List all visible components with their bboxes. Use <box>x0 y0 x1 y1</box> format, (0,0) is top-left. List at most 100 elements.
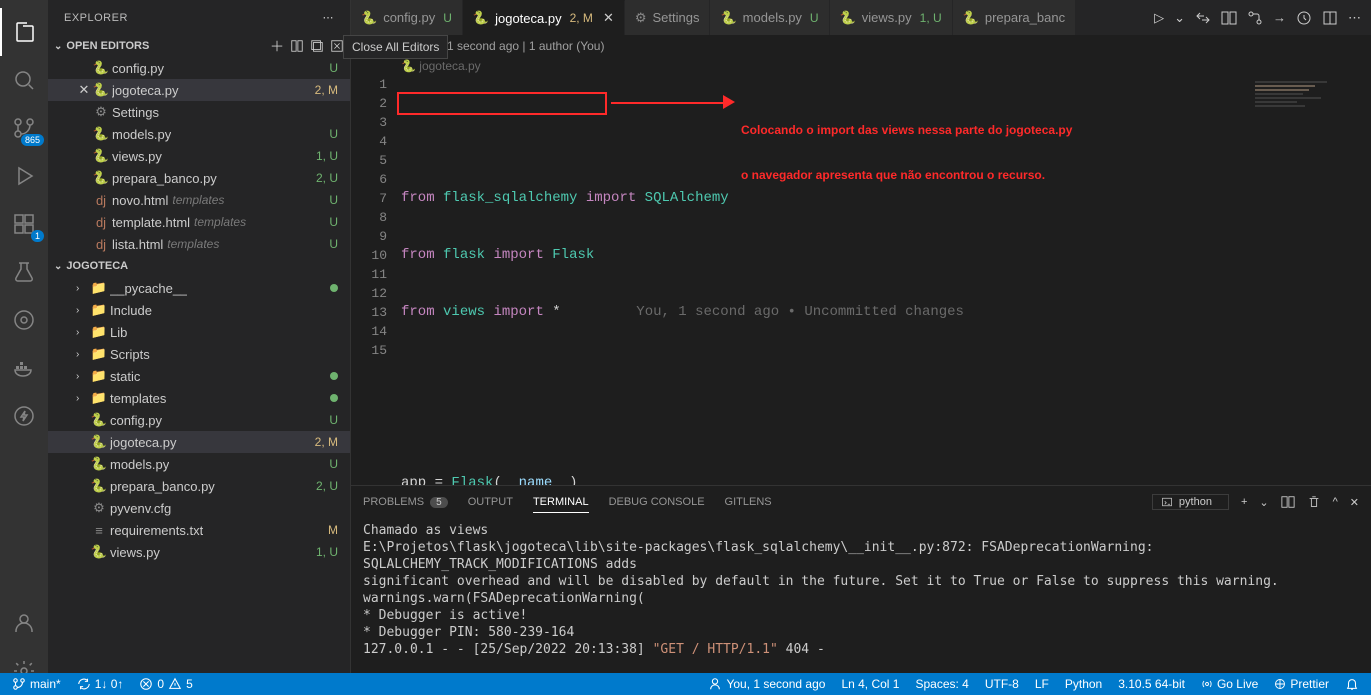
workspace-tree: ›📁__pycache__›📁Include›📁Lib›📁Scripts›📁st… <box>48 277 350 563</box>
errors-status[interactable]: 0 5 <box>135 677 196 691</box>
compare-icon[interactable] <box>1195 10 1211 26</box>
chevron-right-icon: › <box>76 393 86 404</box>
minimap[interactable] <box>1251 79 1371 169</box>
tab-output[interactable]: OUTPUT <box>468 492 513 512</box>
open-editor-item[interactable]: ✕🐍jogoteca.py2, M <box>48 79 350 101</box>
blame-status[interactable]: You, 1 second ago <box>704 677 829 691</box>
editor-body[interactable]: 123456789101112131415 🐍 jogoteca.py from… <box>351 57 1371 485</box>
open-editor-item[interactable]: 🐍prepara_banco.py2, U <box>48 167 350 189</box>
run-dropdown-icon[interactable]: ⌄ <box>1174 10 1185 26</box>
folder-icon: 📁 <box>90 346 108 362</box>
open-editor-item[interactable]: 🐍config.pyU <box>48 57 350 79</box>
close-icon[interactable]: ✕ <box>76 82 92 98</box>
testing-icon[interactable] <box>0 248 48 296</box>
folder-item[interactable]: ›📁Include <box>48 299 350 321</box>
file-item[interactable]: 🐍views.py1, U <box>48 541 350 563</box>
open-editor-item[interactable]: djlista.htmltemplatesU <box>48 233 350 255</box>
tab-terminal[interactable]: TERMINAL <box>533 492 589 513</box>
sync-status[interactable]: 1↓ 0↑ <box>73 677 128 691</box>
tab-gitlens[interactable]: GITLENS <box>725 492 772 512</box>
python-icon: 🐍 <box>90 412 108 428</box>
chevron-right-icon: › <box>76 283 86 294</box>
eol-status[interactable]: LF <box>1031 677 1053 691</box>
close-icon[interactable]: ✕ <box>603 10 614 26</box>
open-editors-header[interactable]: ⌄ OPEN EDITORS <box>48 35 350 57</box>
split-editor-icon[interactable] <box>1221 10 1237 26</box>
chevron-right-icon: › <box>76 305 86 316</box>
python-icon: 🐍 <box>720 10 736 26</box>
tab-problems[interactable]: PROBLEMS 5 <box>363 492 448 512</box>
file-item[interactable]: 🐍config.pyU <box>48 409 350 431</box>
run-debug-icon[interactable] <box>0 152 48 200</box>
run-icon[interactable]: ▷ <box>1154 10 1164 26</box>
go-live-button[interactable]: Go Live <box>1197 677 1262 691</box>
open-editor-item[interactable]: 🐍models.pyU <box>48 123 350 145</box>
cursor-position[interactable]: Ln 4, Col 1 <box>837 677 903 691</box>
python-icon: 🐍 <box>90 456 108 472</box>
thunder-icon[interactable] <box>0 392 48 440</box>
tab-debug-console[interactable]: DEBUG CONSOLE <box>609 492 705 512</box>
docker-icon[interactable] <box>0 344 48 392</box>
notifications-icon[interactable] <box>1341 677 1363 691</box>
breadcrumb[interactable]: Close All Editors 1 second ago | 1 autho… <box>351 35 1371 57</box>
split-terminal-icon[interactable] <box>1281 495 1295 509</box>
folder-item[interactable]: ›📁Scripts <box>48 343 350 365</box>
editor-tab[interactable]: 🐍jogoteca.py2, M✕ <box>463 0 625 35</box>
explorer-icon[interactable] <box>0 8 48 56</box>
editor-tab[interactable]: 🐍prepara_banc <box>953 0 1076 35</box>
source-control-icon[interactable]: 865 <box>0 104 48 152</box>
search-icon[interactable] <box>0 56 48 104</box>
terminal-output[interactable]: Chamado as views E:\Projetos\flask\jogot… <box>351 518 1371 695</box>
file-item[interactable]: ≡requirements.txtM <box>48 519 350 541</box>
open-editor-item[interactable]: djtemplate.htmltemplatesU <box>48 211 350 233</box>
language-status[interactable]: Python <box>1061 677 1106 691</box>
folder-item[interactable]: ›📁__pycache__ <box>48 277 350 299</box>
file-item[interactable]: 🐍jogoteca.py2, M <box>48 431 350 453</box>
folder-item[interactable]: ›📁static <box>48 365 350 387</box>
file-item[interactable]: ⚙pyvenv.cfg <box>48 497 350 519</box>
new-file-icon[interactable] <box>270 39 284 53</box>
close-all-icon[interactable] <box>330 39 344 53</box>
editor-tab[interactable]: ⚙Settings <box>625 0 711 35</box>
folder-icon: 📁 <box>90 368 108 384</box>
scm-badge: 865 <box>21 134 44 146</box>
code-content[interactable]: 🐍 jogoteca.py from flask_sqlalchemy impo… <box>401 57 1371 485</box>
gitlens-icon[interactable] <box>0 296 48 344</box>
new-terminal-icon[interactable]: + <box>1241 496 1247 508</box>
editor-tab[interactable]: 🐍views.py1, U <box>830 0 953 35</box>
workspace-header[interactable]: ⌄ JOGOTECA <box>48 255 350 277</box>
close-panel-icon[interactable]: ✕ <box>1350 496 1359 509</box>
open-editor-item[interactable]: 🐍views.py1, U <box>48 145 350 167</box>
open-editor-item[interactable]: djnovo.htmltemplatesU <box>48 189 350 211</box>
sidebar: EXPLORER ⋯ ⌄ OPEN EDITORS 🐍config.pyU✕🐍j… <box>48 0 351 695</box>
git-icon[interactable] <box>1247 10 1263 26</box>
maximize-panel-icon[interactable]: ^ <box>1333 496 1338 508</box>
branch-status[interactable]: main* <box>8 677 65 691</box>
editor-tab[interactable]: 🐍config.pyU <box>351 0 463 35</box>
prettier-status[interactable]: Prettier <box>1270 677 1333 691</box>
open-editor-item[interactable]: ⚙Settings <box>48 101 350 123</box>
terminal-dropdown-icon[interactable]: ⌄ <box>1259 496 1268 509</box>
save-all-icon[interactable] <box>310 39 324 53</box>
account-icon[interactable] <box>0 599 48 647</box>
interpreter-status[interactable]: 3.10.5 64-bit <box>1114 677 1189 691</box>
indentation-status[interactable]: Spaces: 4 <box>911 677 972 691</box>
panel-tabs: PROBLEMS 5 OUTPUT TERMINAL DEBUG CONSOLE… <box>351 486 1371 518</box>
editor-tab[interactable]: 🐍models.pyU <box>710 0 829 35</box>
kill-terminal-icon[interactable] <box>1307 495 1321 509</box>
explorer-more-icon[interactable]: ⋯ <box>323 11 335 24</box>
open-editors-tree: 🐍config.pyU✕🐍jogoteca.py2, M⚙Settings🐍mo… <box>48 57 350 255</box>
arrow-right-icon[interactable]: → <box>1273 10 1286 25</box>
extensions-icon[interactable]: 1 <box>0 200 48 248</box>
toggle-layout-icon[interactable] <box>290 39 304 53</box>
layout-icon[interactable] <box>1322 10 1338 26</box>
terminal-select[interactable]: python <box>1152 494 1229 510</box>
encoding-status[interactable]: UTF-8 <box>981 677 1023 691</box>
folder-item[interactable]: ›📁templates <box>48 387 350 409</box>
folder-item[interactable]: ›📁Lib <box>48 321 350 343</box>
file-item[interactable]: 🐍models.pyU <box>48 453 350 475</box>
tooltip: Close All Editors <box>343 35 448 59</box>
file-item[interactable]: 🐍prepara_banco.py2, U <box>48 475 350 497</box>
clock-icon[interactable] <box>1296 10 1312 26</box>
more-icon[interactable]: ⋯ <box>1348 10 1361 26</box>
